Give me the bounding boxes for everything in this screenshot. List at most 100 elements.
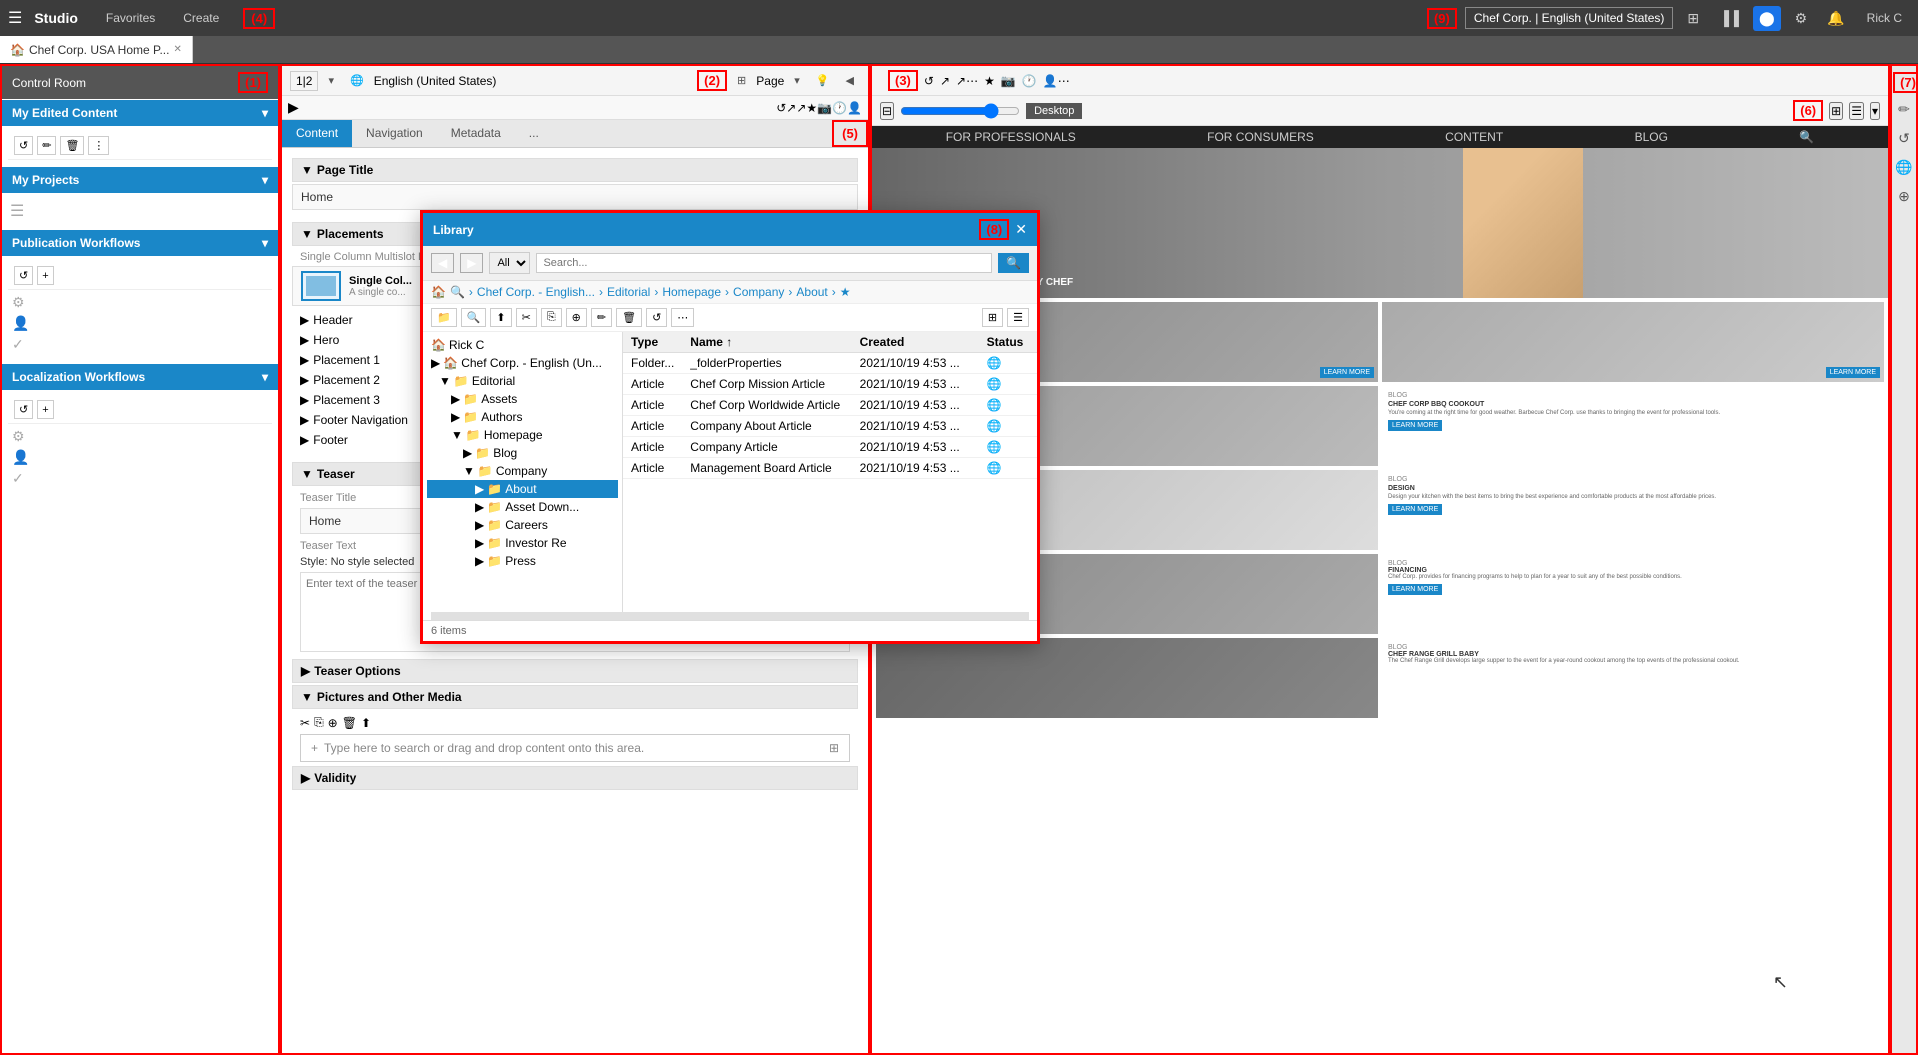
lib-search-input[interactable] xyxy=(536,253,992,273)
r-person-btn[interactable]: 👤⋯ xyxy=(1043,74,1070,88)
lib-more2-btn[interactable]: ⋯ xyxy=(671,308,694,327)
view-dropdown[interactable]: ▾ xyxy=(788,71,806,90)
list-item-2[interactable]: Article Chef Corp Worldwide Article 2021… xyxy=(623,395,1037,416)
lib-delete-btn[interactable]: 🗑 xyxy=(616,308,642,327)
media-copy-btn[interactable]: ⎘ xyxy=(314,715,324,730)
media-delete-btn[interactable]: 🗑 xyxy=(342,715,357,730)
refresh-pub-btn[interactable]: ↺ xyxy=(14,266,33,285)
lib-scissors-btn[interactable]: ✂ xyxy=(516,308,537,327)
lib-back-btn[interactable]: ◀ xyxy=(431,253,454,273)
r-share-btn[interactable]: ↗⋯ xyxy=(956,74,978,88)
tab-close-icon[interactable]: ✕ xyxy=(173,44,181,55)
hamburger-icon[interactable]: ☰ xyxy=(8,8,22,28)
chevron-left-icon[interactable]: ◀ xyxy=(840,71,860,90)
lib-scope-select[interactable]: All xyxy=(489,252,530,274)
lib-edit2-btn[interactable]: ✏ xyxy=(591,308,612,327)
r-refresh-btn[interactable]: ↺ xyxy=(924,74,934,88)
media-drop-area[interactable]: + Type here to search or drag and drop c… xyxy=(300,734,850,762)
media-upload-btn[interactable]: ⬆ xyxy=(361,715,371,730)
far-right-refresh-icon[interactable]: ↺ xyxy=(1894,126,1914,151)
chart-icon[interactable]: ▐▐ xyxy=(1713,6,1745,30)
r-external-btn[interactable]: ↗ xyxy=(940,74,950,88)
delete-btn[interactable]: 🗑 xyxy=(60,136,84,155)
refresh-btn[interactable]: ↺ xyxy=(14,136,33,155)
media-cut-btn[interactable]: ✂ xyxy=(300,715,310,730)
tree-homepage[interactable]: ▼📁Homepage xyxy=(427,426,618,444)
list-item-1[interactable]: Article Chef Corp Mission Article 2021/1… xyxy=(623,374,1037,395)
localization-workflows-section[interactable]: Localization Workflows ▾ xyxy=(2,364,278,390)
learn-more-1[interactable]: LEARN MORE xyxy=(1320,367,1374,378)
preview-layout-btn3[interactable]: ▾ xyxy=(1870,102,1880,120)
tree-blog[interactable]: ▶📁Blog xyxy=(427,444,618,462)
page-title-collapse[interactable]: ▼ Page Title xyxy=(292,158,858,182)
bell-icon[interactable]: 🔔 xyxy=(1821,6,1850,31)
edit-btn[interactable]: ✏ xyxy=(37,136,56,155)
breadcrumb-1[interactable]: Chef Corp. - English... xyxy=(477,285,595,299)
learn-more-5[interactable]: LEARN MORE xyxy=(1388,504,1442,515)
learn-more-6[interactable]: LEARN MORE xyxy=(1388,584,1442,595)
tree-investor-re[interactable]: ▶📁Investor Re xyxy=(427,534,618,552)
add-pub-btn[interactable]: + xyxy=(37,266,53,285)
tree-rick-c[interactable]: 🏠Rick C xyxy=(427,336,618,354)
dropdown-arrow[interactable]: ▾ xyxy=(322,71,340,90)
settings-icon[interactable]: ⚙ xyxy=(1789,6,1814,31)
preview-layout-btn1[interactable]: ⊞ xyxy=(1829,102,1843,120)
lib-refresh2-btn[interactable]: ↺ xyxy=(646,308,667,327)
library-horizontal-scrollbar[interactable] xyxy=(431,612,1029,620)
tree-careers[interactable]: ▶📁Careers xyxy=(427,516,618,534)
tree-assets[interactable]: ▶📁Assets xyxy=(427,390,618,408)
favorites-menu[interactable]: Favorites xyxy=(98,7,163,29)
create-menu[interactable]: Create xyxy=(175,7,227,29)
my-edited-content-section[interactable]: My Edited Content ▾ xyxy=(2,100,278,126)
media-paste-btn[interactable]: ⊕ xyxy=(328,715,338,730)
pictures-media-collapse[interactable]: ▼ Pictures and Other Media xyxy=(292,685,858,709)
star-btn[interactable]: ★ xyxy=(806,101,817,115)
preview-mode-icon[interactable]: ⊟ xyxy=(880,102,894,120)
tab-chef-corp[interactable]: 🏠 Chef Corp. USA Home P... ✕ xyxy=(0,36,193,63)
far-right-add-icon[interactable]: ⊕ xyxy=(1894,184,1914,209)
breadcrumb-5[interactable]: About xyxy=(796,285,827,299)
validity-collapse[interactable]: ▶ Validity xyxy=(292,766,858,790)
active-view-icon[interactable]: ⬤ xyxy=(1753,6,1781,31)
more-btn[interactable]: ⋮ xyxy=(88,136,109,155)
library-close-btn[interactable]: ✕ xyxy=(1015,219,1027,240)
list-item-4[interactable]: Article Company Article 2021/10/19 4:53 … xyxy=(623,437,1037,458)
tree-about[interactable]: ▶📁About xyxy=(427,480,618,498)
learn-more-2[interactable]: LEARN MORE xyxy=(1826,367,1880,378)
lib-copy-btn[interactable]: ⎘ xyxy=(541,308,562,327)
lib-new-folder-btn[interactable]: 📁 xyxy=(431,308,457,327)
tab-metadata[interactable]: Metadata xyxy=(437,120,515,147)
share-btn[interactable]: ↗ xyxy=(796,101,806,115)
user-menu[interactable]: Rick C xyxy=(1859,7,1910,29)
person-btn[interactable]: 👤 xyxy=(847,101,862,115)
lib-paste-btn[interactable]: ⊕ xyxy=(566,308,587,327)
learn-more-4[interactable]: LEARN MORE xyxy=(1388,420,1442,431)
tab-more[interactable]: ... xyxy=(515,120,553,147)
view-mode-btn[interactable]: ⊞ xyxy=(731,71,752,90)
nav-forward-btn[interactable]: ▶ xyxy=(288,99,299,116)
tree-press[interactable]: ▶📁Press xyxy=(427,552,618,570)
apps-grid-icon[interactable]: ⊞ xyxy=(1681,6,1705,31)
my-projects-section[interactable]: My Projects ▾ xyxy=(2,167,278,193)
tree-authors[interactable]: ▶📁Authors xyxy=(427,408,618,426)
tree-asset-down[interactable]: ▶📁Asset Down... xyxy=(427,498,618,516)
tree-editorial[interactable]: ▼📁Editorial xyxy=(427,372,618,390)
page-title-value[interactable]: Home xyxy=(292,184,858,210)
tree-chef-corp[interactable]: ▶🏠Chef Corp. - English (Un... xyxy=(427,354,618,372)
corp-selector[interactable]: Chef Corp. | English (United States) xyxy=(1465,7,1674,29)
preview-layout-btn2[interactable]: ☰ xyxy=(1849,102,1864,120)
publication-workflows-section[interactable]: Publication Workflows ▾ xyxy=(2,230,278,256)
external-link-btn[interactable]: ↗ xyxy=(786,101,796,115)
clock-btn[interactable]: 🕐 xyxy=(832,101,847,115)
tab-navigation[interactable]: Navigation xyxy=(352,120,437,147)
r-star-btn[interactable]: ★ xyxy=(984,74,995,88)
far-right-edit-icon[interactable]: ✏ xyxy=(1894,97,1914,122)
lib-grid-view-btn[interactable]: ⊞ xyxy=(982,308,1003,327)
refresh-loc-btn[interactable]: ↺ xyxy=(14,400,33,419)
refresh-view-btn[interactable]: ↺ xyxy=(776,101,786,115)
list-item-5[interactable]: Article Management Board Article 2021/10… xyxy=(623,458,1037,479)
zoom-slider[interactable] xyxy=(900,103,1020,119)
add-loc-btn[interactable]: + xyxy=(37,400,53,419)
tab-content[interactable]: Content xyxy=(282,120,352,147)
far-right-globe-icon[interactable]: 🌐 xyxy=(1891,155,1916,180)
